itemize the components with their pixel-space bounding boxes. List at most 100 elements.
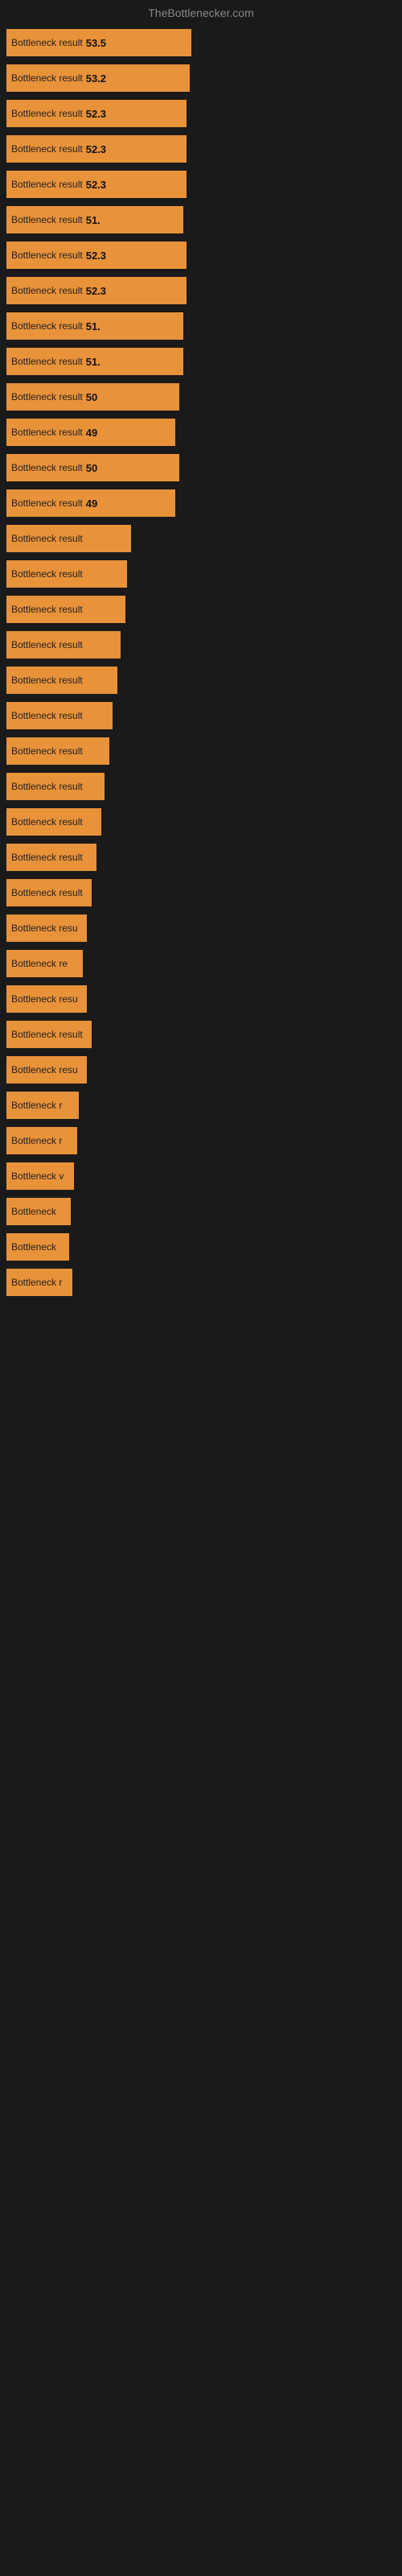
bar-container: Bottleneck result <box>6 631 121 658</box>
bar-label: Bottleneck result <box>11 781 83 792</box>
bar-label: Bottleneck result <box>11 887 83 898</box>
bar-value: 51. <box>86 214 100 226</box>
bar-value: 52.3 <box>86 179 106 191</box>
bar-container: Bottleneck result52.3 <box>6 171 187 198</box>
bar-row: Bottleneck r <box>6 1090 396 1121</box>
bar: Bottleneck result52.3 <box>6 171 187 198</box>
bar-row: Bottleneck result52.3 <box>6 169 396 200</box>
bar: Bottleneck result52.3 <box>6 242 187 269</box>
bar-container: Bottleneck result <box>6 808 101 836</box>
bar-value: 52.3 <box>86 250 106 262</box>
bar-value: 49 <box>86 497 97 510</box>
bar: Bottleneck result50 <box>6 383 179 411</box>
bar-container: Bottleneck result53.2 <box>6 64 190 92</box>
bar-row: Bottleneck resu <box>6 913 396 943</box>
bar-container: Bottleneck v <box>6 1162 74 1190</box>
bar-container: Bottleneck result <box>6 560 127 588</box>
bar-label: Bottleneck result <box>11 604 83 615</box>
bar-container: Bottleneck r <box>6 1092 79 1119</box>
bar-row: Bottleneck re <box>6 948 396 979</box>
bar-container: Bottleneck r <box>6 1269 72 1296</box>
bar-container: Bottleneck result <box>6 844 96 871</box>
bar-label: Bottleneck result <box>11 37 83 48</box>
bar-container: Bottleneck result <box>6 773 105 800</box>
bar: Bottleneck result <box>6 667 117 694</box>
bar-container: Bottleneck result <box>6 737 109 765</box>
bar-row: Bottleneck result <box>6 559 396 589</box>
bar-container: Bottleneck result <box>6 667 117 694</box>
bar: Bottleneck result51. <box>6 206 183 233</box>
bar-label: Bottleneck resu <box>11 1064 78 1075</box>
bar-label: Bottleneck result <box>11 320 83 332</box>
bar-row: Bottleneck v <box>6 1161 396 1191</box>
bar: Bottleneck v <box>6 1162 74 1190</box>
bar: Bottleneck result <box>6 737 109 765</box>
bar-container: Bottleneck result51. <box>6 312 183 340</box>
bar: Bottleneck r <box>6 1127 77 1154</box>
bar-container: Bottleneck result <box>6 702 113 729</box>
bar: Bottleneck r <box>6 1092 79 1119</box>
bar-label: Bottleneck r <box>11 1277 62 1288</box>
bar-label: Bottleneck result <box>11 639 83 650</box>
bar-label: Bottleneck result <box>11 250 83 261</box>
bar-row: Bottleneck result <box>6 594 396 625</box>
bar-row: Bottleneck r <box>6 1125 396 1156</box>
bar-row: Bottleneck result <box>6 807 396 837</box>
bar-container: Bottleneck result <box>6 1021 92 1048</box>
bar: Bottleneck result <box>6 560 127 588</box>
bar-row: Bottleneck result51. <box>6 311 396 341</box>
bar-row: Bottleneck result51. <box>6 346 396 377</box>
bar: Bottleneck result52.3 <box>6 100 187 127</box>
bar-row: Bottleneck <box>6 1232 396 1262</box>
bars-container: Bottleneck result53.5Bottleneck result53… <box>0 27 402 1298</box>
bar: Bottleneck result53.5 <box>6 29 191 56</box>
bar-label: Bottleneck result <box>11 356 83 367</box>
bar: Bottleneck result <box>6 631 121 658</box>
bar-label: Bottleneck r <box>11 1100 62 1111</box>
bar-container: Bottleneck result50 <box>6 383 179 411</box>
bar-value: 52.3 <box>86 108 106 120</box>
bar: Bottleneck result <box>6 808 101 836</box>
bar-row: Bottleneck result <box>6 736 396 766</box>
bar: Bottleneck resu <box>6 914 87 942</box>
bar-row: Bottleneck result <box>6 877 396 908</box>
bar-label: Bottleneck result <box>11 1029 83 1040</box>
bar-value: 51. <box>86 356 100 368</box>
bar: Bottleneck re <box>6 950 83 977</box>
bar-label: Bottleneck <box>11 1241 56 1253</box>
bar-row: Bottleneck resu <box>6 1055 396 1085</box>
bar-label: Bottleneck result <box>11 816 83 828</box>
bar-label: Bottleneck result <box>11 462 83 473</box>
bar: Bottleneck result <box>6 844 96 871</box>
bar-value: 50 <box>86 391 97 403</box>
bar-row: Bottleneck result <box>6 771 396 802</box>
bar-row: Bottleneck result <box>6 842 396 873</box>
bar-label: Bottleneck result <box>11 745 83 757</box>
bar-row: Bottleneck result51. <box>6 204 396 235</box>
bar-label: Bottleneck result <box>11 108 83 119</box>
bar-container: Bottleneck result52.3 <box>6 277 187 304</box>
bar-label: Bottleneck result <box>11 710 83 721</box>
bar-container: Bottleneck result52.3 <box>6 135 187 163</box>
bar: Bottleneck <box>6 1198 71 1225</box>
bar: Bottleneck result49 <box>6 489 175 517</box>
bar-label: Bottleneck result <box>11 427 83 438</box>
bar-label: Bottleneck result <box>11 143 83 155</box>
bar-label: Bottleneck resu <box>11 993 78 1005</box>
bar-value: 53.2 <box>86 72 106 85</box>
bar-label: Bottleneck result <box>11 497 83 509</box>
bar-row: Bottleneck result <box>6 665 396 696</box>
bar: Bottleneck result50 <box>6 454 179 481</box>
bar-container: Bottleneck result50 <box>6 454 179 481</box>
bar-container: Bottleneck result51. <box>6 206 183 233</box>
bar-container: Bottleneck result51. <box>6 348 183 375</box>
bar-value: 52.3 <box>86 143 106 155</box>
bar: Bottleneck result49 <box>6 419 175 446</box>
bar-row: Bottleneck result52.3 <box>6 134 396 164</box>
site-title: TheBottlenecker.com <box>148 6 254 19</box>
bar: Bottleneck result52.3 <box>6 277 187 304</box>
bar-row: Bottleneck result53.5 <box>6 27 396 58</box>
bar: Bottleneck <box>6 1233 69 1261</box>
bar-row: Bottleneck result <box>6 523 396 554</box>
bar-label: Bottleneck result <box>11 179 83 190</box>
